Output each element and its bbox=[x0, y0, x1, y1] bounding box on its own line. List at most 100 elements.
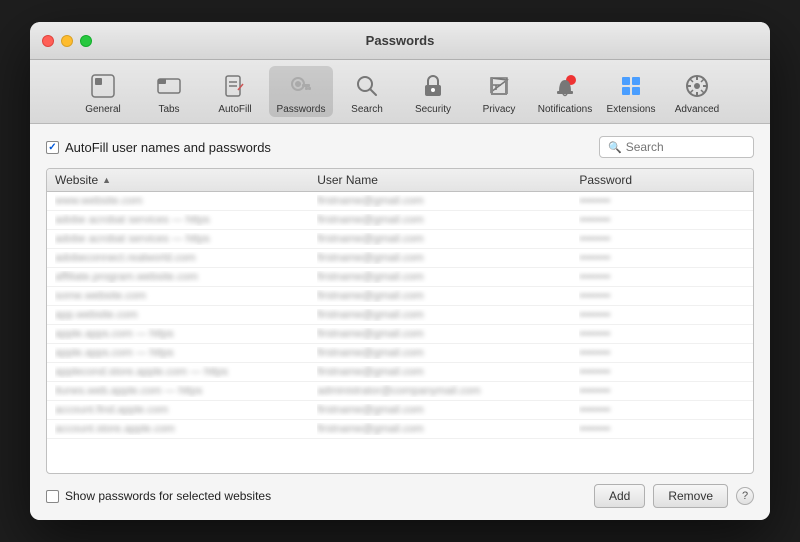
username-cell: administrator@companymail.com bbox=[317, 385, 579, 397]
window-controls bbox=[42, 35, 92, 47]
bottom-actions: Add Remove ? bbox=[594, 484, 754, 508]
username-cell: firstname@gmail.com bbox=[317, 347, 579, 359]
table-row[interactable]: some.website.com firstname@gmail.com •••… bbox=[47, 287, 753, 306]
add-button[interactable]: Add bbox=[594, 484, 645, 508]
table-row[interactable]: adobeconnect.realworld.com firstname@gma… bbox=[47, 249, 753, 268]
website-cell: apple.apps.com — https bbox=[55, 347, 317, 359]
table-row[interactable]: applecond.store.apple.com — https firstn… bbox=[47, 363, 753, 382]
search-magnifier-icon: 🔍 bbox=[608, 141, 622, 154]
toolbar-item-autofill[interactable]: AutoFill bbox=[203, 66, 267, 117]
table-row[interactable]: affiliate.program.website.com firstname@… bbox=[47, 268, 753, 287]
tabs-icon bbox=[153, 70, 185, 102]
website-cell: www.website.com bbox=[55, 195, 317, 207]
security-icon bbox=[417, 70, 449, 102]
privacy-icon bbox=[483, 70, 515, 102]
website-cell: app.website.com bbox=[55, 309, 317, 321]
privacy-label: Privacy bbox=[483, 104, 516, 115]
website-cell: account.find.apple.com bbox=[55, 404, 317, 416]
toolbar-item-extensions[interactable]: Extensions bbox=[599, 66, 663, 117]
content-area: AutoFill user names and passwords 🔍 Webs… bbox=[30, 124, 770, 520]
password-cell: •••••••• bbox=[579, 233, 745, 245]
website-cell: account.store.apple.com bbox=[55, 423, 317, 435]
toolbar-item-passwords[interactable]: Passwords bbox=[269, 66, 333, 117]
website-cell: adobeconnect.realworld.com bbox=[55, 252, 317, 264]
passwords-icon bbox=[285, 70, 317, 102]
table-row[interactable]: itunes.web.apple.com — https administrat… bbox=[47, 382, 753, 401]
main-window: Passwords General Tabs bbox=[30, 22, 770, 520]
show-passwords-row: Show passwords for selected websites bbox=[46, 489, 271, 503]
autofill-checkbox[interactable] bbox=[46, 141, 59, 154]
search-input[interactable] bbox=[626, 140, 745, 154]
notifications-label: Notifications bbox=[538, 104, 592, 115]
password-cell: •••••••• bbox=[579, 290, 745, 302]
autofill-label: AutoFill bbox=[218, 104, 251, 115]
remove-button[interactable]: Remove bbox=[653, 484, 728, 508]
website-cell: affiliate.program.website.com bbox=[55, 271, 317, 283]
table-row[interactable]: apple.apps.com — https firstname@gmail.c… bbox=[47, 325, 753, 344]
show-passwords-checkbox[interactable] bbox=[46, 490, 59, 503]
username-cell: firstname@gmail.com bbox=[317, 366, 579, 378]
table-row[interactable]: account.store.apple.com firstname@gmail.… bbox=[47, 420, 753, 439]
passwords-label: Passwords bbox=[277, 104, 326, 115]
website-cell: adobe acrobat services — https bbox=[55, 233, 317, 245]
website-cell: adobe acrobat services — https bbox=[55, 214, 317, 226]
minimize-button[interactable] bbox=[61, 35, 73, 47]
show-passwords-text: Show passwords for selected websites bbox=[65, 489, 271, 503]
security-label: Security bbox=[415, 104, 451, 115]
top-bar: AutoFill user names and passwords 🔍 bbox=[46, 136, 754, 158]
username-cell: firstname@gmail.com bbox=[317, 404, 579, 416]
website-cell: applecond.store.apple.com — https bbox=[55, 366, 317, 378]
maximize-button[interactable] bbox=[80, 35, 92, 47]
toolbar-item-tabs[interactable]: Tabs bbox=[137, 66, 201, 117]
bottom-bar: Show passwords for selected websites Add… bbox=[46, 484, 754, 508]
website-cell: itunes.web.apple.com — https bbox=[55, 385, 317, 397]
table-row[interactable]: app.website.com firstname@gmail.com ••••… bbox=[47, 306, 753, 325]
password-cell: •••••••• bbox=[579, 195, 745, 207]
search-box[interactable]: 🔍 bbox=[599, 136, 754, 158]
advanced-icon bbox=[681, 70, 713, 102]
table-row[interactable]: adobe acrobat services — https firstname… bbox=[47, 211, 753, 230]
password-cell: •••••••• bbox=[579, 423, 745, 435]
toolbar-item-search[interactable]: Search bbox=[335, 66, 399, 117]
close-button[interactable] bbox=[42, 35, 54, 47]
username-cell: firstname@gmail.com bbox=[317, 233, 579, 245]
sort-arrow-icon: ▲ bbox=[102, 175, 111, 185]
password-cell: •••••••• bbox=[579, 404, 745, 416]
general-label: General bbox=[85, 104, 121, 115]
username-cell: firstname@gmail.com bbox=[317, 195, 579, 207]
username-cell: firstname@gmail.com bbox=[317, 214, 579, 226]
password-column-header[interactable]: Password bbox=[579, 173, 745, 187]
password-cell: •••••••• bbox=[579, 309, 745, 321]
username-cell: firstname@gmail.com bbox=[317, 290, 579, 302]
password-cell: •••••••• bbox=[579, 271, 745, 283]
password-cell: •••••••• bbox=[579, 252, 745, 264]
help-button[interactable]: ? bbox=[736, 487, 754, 505]
tabs-label: Tabs bbox=[158, 104, 179, 115]
username-cell: firstname@gmail.com bbox=[317, 423, 579, 435]
extensions-icon bbox=[615, 70, 647, 102]
passwords-table: Website ▲ User Name Password www.website… bbox=[46, 168, 754, 474]
notifications-icon bbox=[549, 70, 581, 102]
password-cell: •••••••• bbox=[579, 366, 745, 378]
toolbar-item-notifications[interactable]: Notifications bbox=[533, 66, 597, 117]
website-column-header[interactable]: Website ▲ bbox=[55, 173, 317, 187]
table-row[interactable]: adobe acrobat services — https firstname… bbox=[47, 230, 753, 249]
username-column-header[interactable]: User Name bbox=[317, 173, 579, 187]
username-cell: firstname@gmail.com bbox=[317, 328, 579, 340]
toolbar-item-privacy[interactable]: Privacy bbox=[467, 66, 531, 117]
username-cell: firstname@gmail.com bbox=[317, 309, 579, 321]
advanced-label: Advanced bbox=[675, 104, 719, 115]
autofill-checkbox-row: AutoFill user names and passwords bbox=[46, 140, 271, 155]
table-row[interactable]: www.website.com firstname@gmail.com ••••… bbox=[47, 192, 753, 211]
toolbar: General Tabs AutoFill bbox=[30, 60, 770, 124]
username-cell: firstname@gmail.com bbox=[317, 271, 579, 283]
toolbar-item-security[interactable]: Security bbox=[401, 66, 465, 117]
toolbar-item-general[interactable]: General bbox=[71, 66, 135, 117]
password-cell: •••••••• bbox=[579, 328, 745, 340]
table-row[interactable]: apple.apps.com — https firstname@gmail.c… bbox=[47, 344, 753, 363]
table-row[interactable]: account.find.apple.com firstname@gmail.c… bbox=[47, 401, 753, 420]
website-cell: some.website.com bbox=[55, 290, 317, 302]
autofill-icon bbox=[219, 70, 251, 102]
toolbar-item-advanced[interactable]: Advanced bbox=[665, 66, 729, 117]
table-header: Website ▲ User Name Password bbox=[47, 169, 753, 192]
